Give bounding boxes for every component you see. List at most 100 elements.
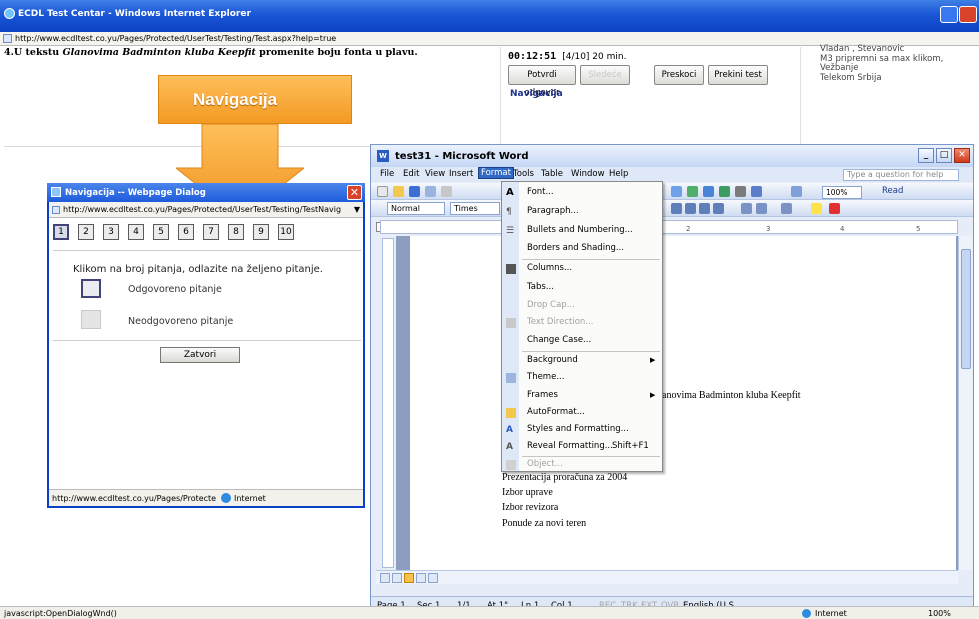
columns-icon[interactable] — [735, 186, 746, 197]
normal-view-icon[interactable] — [380, 573, 390, 583]
scrollbar-thumb[interactable] — [961, 249, 971, 369]
font-select[interactable]: Times — [450, 202, 500, 215]
menu-item-paragraph[interactable]: Paragraph... — [527, 206, 579, 216]
confirm-answer-button[interactable]: Potvrdi odgovor — [508, 65, 576, 98]
word-title-bar: W test31 - Microsoft Word _ □ ✕ — [371, 145, 973, 167]
maximize-button[interactable]: □ — [936, 148, 952, 163]
menu-item-bullets[interactable]: Bullets and Numbering... — [527, 225, 633, 235]
submenu-arrow-icon: ▶ — [650, 356, 656, 364]
help-search-input[interactable]: Type a question for help — [843, 169, 959, 181]
vertical-ruler[interactable] — [382, 238, 394, 568]
ie-close-button[interactable] — [959, 6, 977, 23]
menu-item-reveal-formatting[interactable]: Reveal Formatting... — [527, 441, 613, 451]
question-button-2[interactable]: 2 — [78, 224, 94, 240]
menu-item-object[interactable]: Object... — [527, 459, 563, 469]
question-button-3[interactable]: 3 — [103, 224, 119, 240]
new-icon[interactable] — [377, 186, 388, 197]
legend-answered-label: Odgovoreno pitanje — [128, 284, 222, 295]
menu-item-drop-cap[interactable]: Drop Cap... — [527, 300, 575, 310]
menu-item-styles[interactable]: Styles and Formatting... — [527, 424, 629, 434]
menu-item-text-direction[interactable]: Text Direction... — [527, 317, 593, 327]
menu-format[interactable]: Format — [478, 167, 514, 179]
question-button-7[interactable]: 7 — [203, 224, 219, 240]
zoom-select[interactable]: 100% — [822, 186, 862, 199]
excel-icon[interactable] — [719, 186, 730, 197]
menu-tools[interactable]: Tools — [513, 169, 534, 179]
open-icon[interactable] — [393, 186, 404, 197]
document-page[interactable]: anovima Badminton kluba Keepfit Prezenta… — [410, 236, 956, 570]
menu-file[interactable]: File — [380, 169, 394, 179]
menu-insert[interactable]: Insert — [449, 169, 473, 179]
navigation-link[interactable]: Navigacija — [510, 89, 563, 99]
bullets-icon[interactable] — [756, 203, 767, 214]
word-window-title: test31 - Microsoft Word — [395, 151, 529, 162]
menu-window[interactable]: Window — [571, 169, 605, 179]
question-button-1[interactable]: 1 — [53, 224, 69, 240]
highlight-icon[interactable] — [811, 203, 822, 214]
hyperlink-icon[interactable] — [671, 186, 682, 197]
horizontal-ruler[interactable]: 1 2 3 4 5 — [380, 220, 958, 234]
chevron-down-icon[interactable]: ▼ — [354, 205, 360, 214]
align-center-icon[interactable] — [685, 203, 696, 214]
justify-icon[interactable] — [713, 203, 724, 214]
divider — [800, 47, 801, 146]
style-select[interactable]: Normal — [387, 202, 445, 215]
save-icon[interactable] — [409, 186, 420, 197]
menu-view[interactable]: View — [425, 169, 445, 179]
horizontal-scrollbar[interactable] — [376, 570, 958, 584]
document-line: Izbor uprave — [502, 487, 553, 498]
tables-icon[interactable] — [687, 186, 698, 197]
document-line: Izbor revizora — [502, 502, 559, 513]
abort-test-button[interactable]: Prekini test — [708, 65, 768, 85]
close-dialog-button[interactable]: Zatvori — [160, 347, 240, 363]
question-button-5[interactable]: 5 — [153, 224, 169, 240]
menu-table[interactable]: Table — [541, 169, 563, 179]
menu-item-change-case[interactable]: Change Case... — [527, 335, 591, 345]
ruler-tick: 3 — [766, 225, 771, 233]
insert-table-icon[interactable] — [703, 186, 714, 197]
drawing-icon[interactable] — [751, 186, 762, 197]
ie-logo-icon — [4, 8, 15, 19]
print-view-icon[interactable] — [404, 573, 414, 583]
menu-item-columns[interactable]: Columns... — [527, 263, 572, 273]
menu-item-theme[interactable]: Theme... — [527, 372, 564, 382]
indent-icon[interactable] — [781, 203, 792, 214]
menu-item-autoformat[interactable]: AutoFormat... — [527, 407, 585, 417]
outline-view-icon[interactable] — [416, 573, 426, 583]
align-left-icon[interactable] — [671, 203, 682, 214]
question-button-6[interactable]: 6 — [178, 224, 194, 240]
menu-item-frames[interactable]: Frames — [527, 390, 558, 400]
web-view-icon[interactable] — [392, 573, 402, 583]
align-right-icon[interactable] — [699, 203, 710, 214]
reading-view-icon[interactable] — [428, 573, 438, 583]
print-icon[interactable] — [441, 186, 452, 197]
autoformat-icon — [506, 408, 516, 418]
question-button-9[interactable]: 9 — [253, 224, 269, 240]
next-button[interactable]: Sledeće — [580, 65, 630, 85]
show-hide-icon[interactable] — [791, 186, 802, 197]
ie-minimize-button[interactable] — [940, 6, 958, 23]
minimize-button[interactable]: _ — [918, 148, 934, 163]
menu-item-background[interactable]: Background — [527, 355, 578, 365]
vertical-scrollbar[interactable] — [958, 236, 972, 570]
read-button[interactable]: Read — [882, 186, 903, 196]
numbering-icon[interactable] — [741, 203, 752, 214]
skip-button[interactable]: Preskoci — [654, 65, 704, 85]
question-button-10[interactable]: 10 — [278, 224, 294, 240]
menu-item-borders[interactable]: Borders and Shading... — [527, 243, 624, 253]
permission-icon[interactable] — [425, 186, 436, 197]
menu-edit[interactable]: Edit — [403, 169, 419, 179]
question-button-4[interactable]: 4 — [128, 224, 144, 240]
test-timer: 00:12:51 [4/10] 20 min. — [508, 51, 627, 62]
ie-zoom[interactable]: 100% — [928, 609, 951, 618]
question-button-8[interactable]: 8 — [228, 224, 244, 240]
callout-label: Navigacija — [193, 90, 278, 109]
ie-status-bar: javascript:OpenDialogWnd() Internet 100% — [0, 606, 979, 619]
columns-icon — [506, 264, 516, 274]
menu-item-tabs[interactable]: Tabs... — [527, 282, 554, 292]
menu-item-font[interactable]: Font... — [527, 187, 554, 197]
dialog-close-button[interactable]: ✕ — [347, 185, 362, 200]
font-color-icon[interactable] — [829, 203, 840, 214]
menu-help[interactable]: Help — [609, 169, 628, 179]
word-close-button[interactable]: ✕ — [954, 148, 970, 163]
